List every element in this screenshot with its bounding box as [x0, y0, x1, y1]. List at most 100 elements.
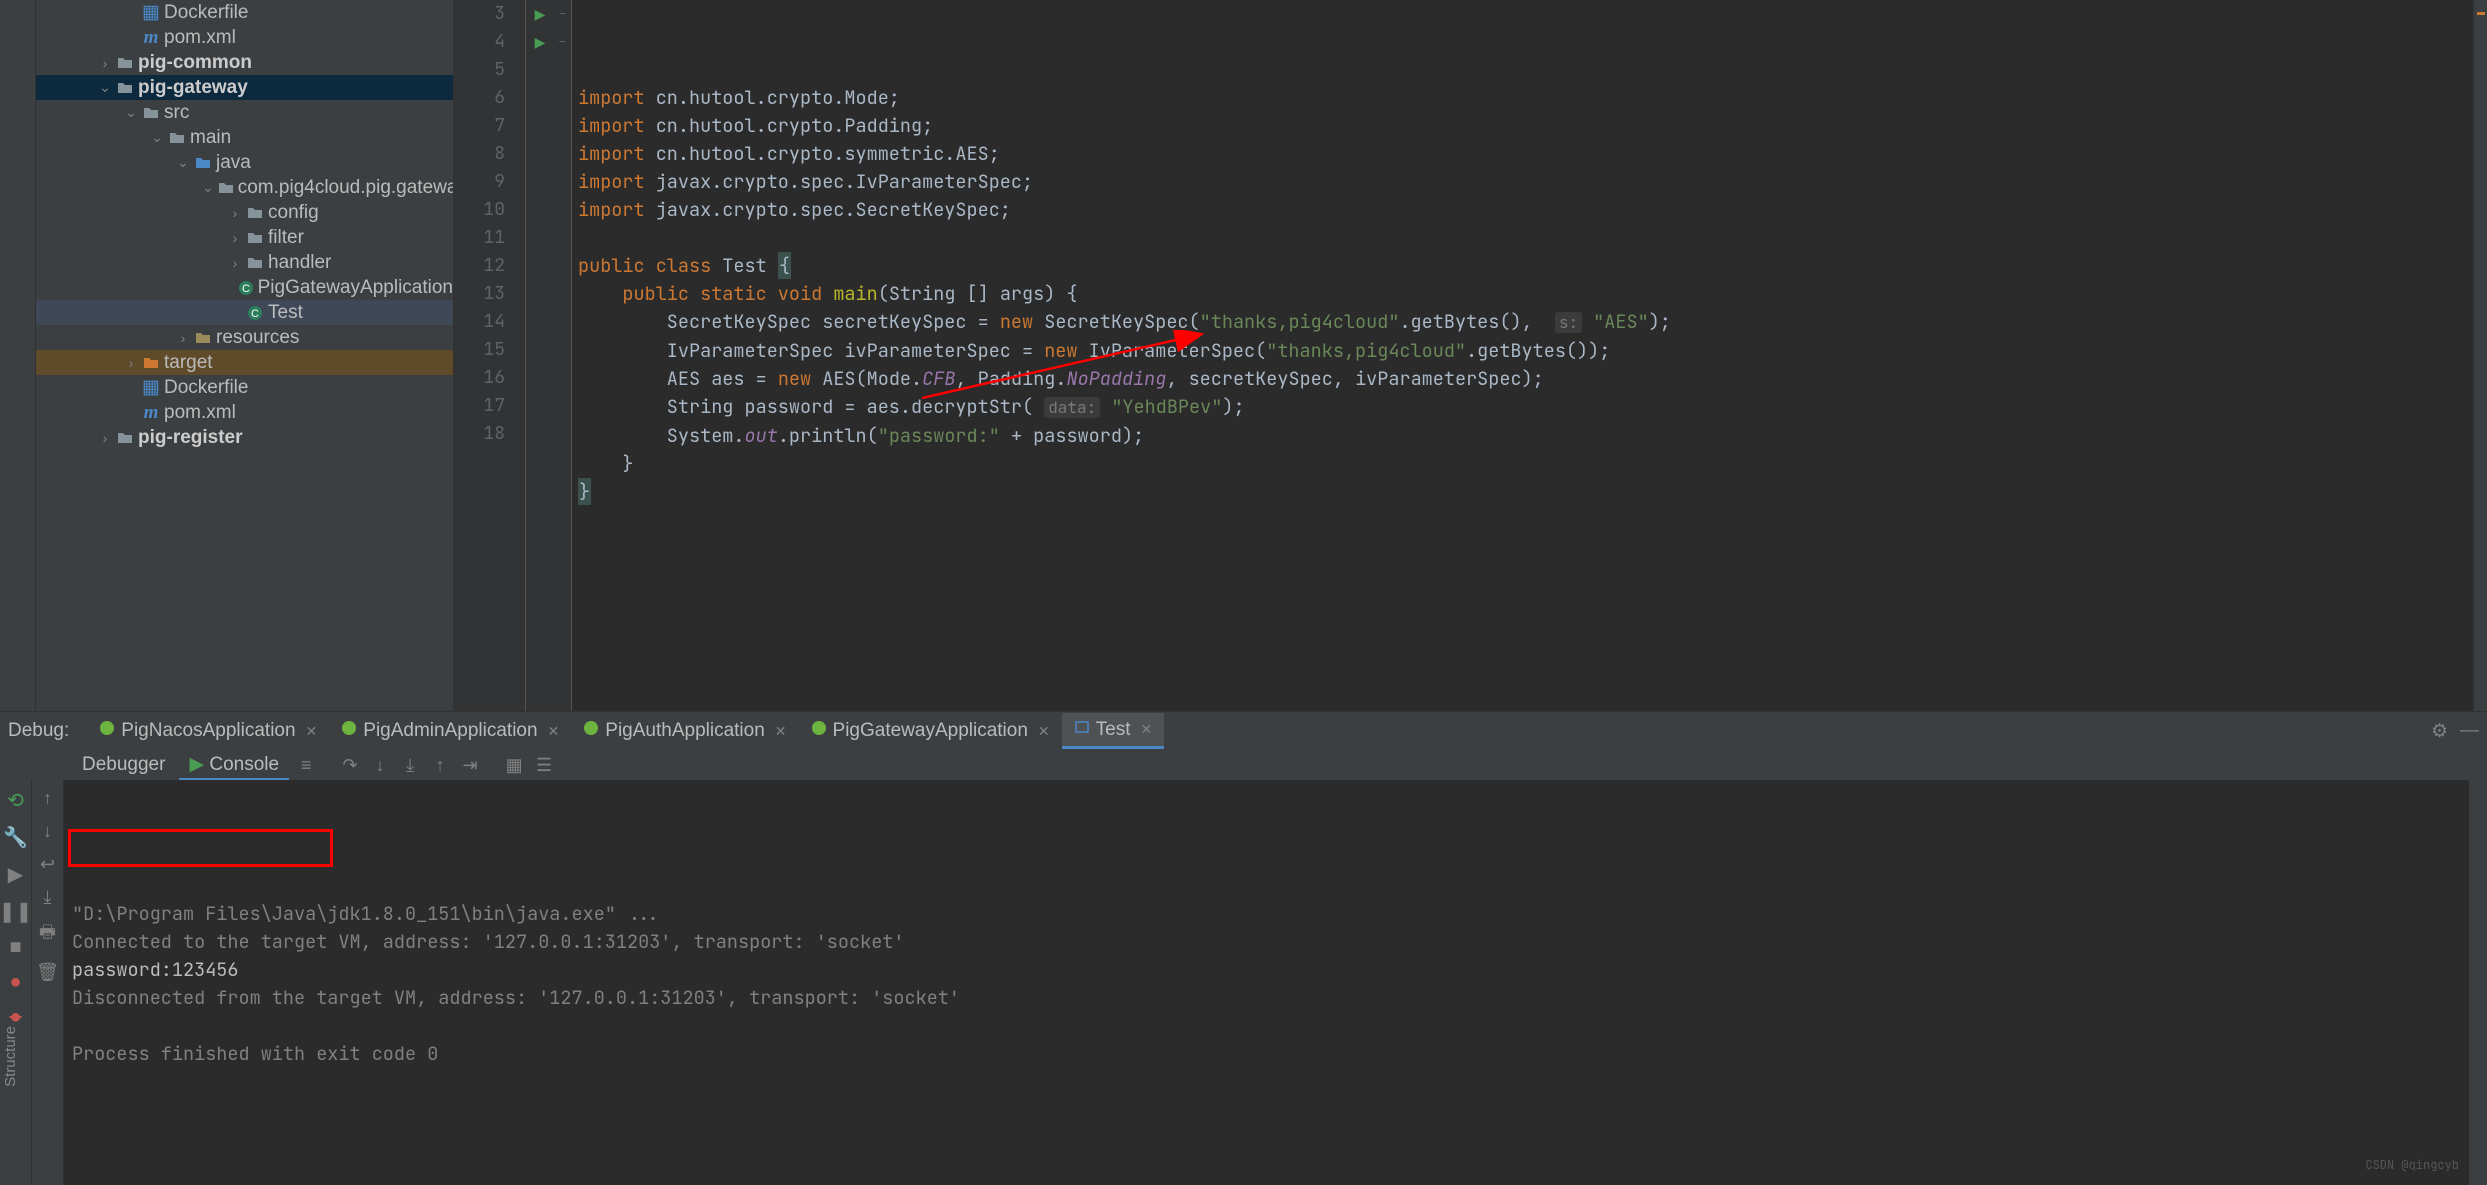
minimize-icon[interactable]: — [2460, 720, 2479, 743]
tree-item-src[interactable]: ⌄ src [36, 100, 453, 125]
chevron-icon[interactable]: ⌄ [150, 129, 164, 146]
tree-item-resources[interactable]: ›resources [36, 325, 453, 350]
close-icon[interactable]: ✕ [1038, 723, 1050, 740]
debug-tab-pigadminapplication[interactable]: PigAdminApplication✕ [329, 713, 571, 749]
tree-item-piggatewayapplication[interactable]: CPigGatewayApplication [36, 275, 453, 300]
code-line[interactable]: import javax.crypto.spec.IvParameterSpec… [578, 168, 2473, 196]
project-tree[interactable]: ▦Dockerfilempom.xml›pig-common⌄pig-gatew… [36, 0, 454, 711]
close-icon[interactable]: ✕ [1141, 721, 1153, 738]
maven-icon: m [142, 29, 160, 47]
scroll-down-icon[interactable]: ↓ [43, 821, 52, 842]
chevron-icon[interactable]: ⌄ [98, 79, 112, 96]
step-over-icon[interactable]: ↷ [337, 755, 363, 776]
code-line[interactable]: } [578, 478, 2473, 506]
close-icon[interactable]: ✕ [548, 723, 560, 740]
chevron-icon[interactable]: › [98, 55, 112, 71]
structure-toolwindow-button[interactable]: Structure [0, 1018, 21, 1095]
tree-item-java[interactable]: ⌄java [36, 150, 453, 175]
trace-icon[interactable]: ☰ [531, 755, 557, 776]
console-tab[interactable]: ▶ Console [179, 751, 289, 780]
run-gutter-icon[interactable]: ▶ [535, 6, 546, 22]
tree-item-dockerfile[interactable]: ▦Dockerfile [36, 0, 453, 25]
close-icon[interactable]: ✕ [775, 723, 787, 740]
step-out-icon[interactable]: ↑ [427, 755, 453, 776]
code-line[interactable]: import cn.hutool.crypto.Mode; [578, 84, 2473, 112]
tree-item-handler[interactable]: ›handler [36, 250, 453, 275]
chevron-icon[interactable]: › [228, 205, 242, 221]
code-line[interactable]: public static void main(String [] args) … [578, 280, 2473, 308]
scroll-to-end-icon[interactable]: ⤓ [44, 887, 52, 908]
debug-tab-label: PigAuthApplication [605, 720, 765, 742]
tree-item-main[interactable]: ⌄main [36, 125, 453, 150]
tree-item-pig-register[interactable]: ›pig-register [36, 425, 453, 450]
debug-tab-test[interactable]: Test✕ [1062, 713, 1165, 749]
tree-item-com-pig4cloud-pig-gateway[interactable]: ⌄com.pig4cloud.pig.gateway [36, 175, 453, 200]
code-line[interactable]: import cn.hutool.crypto.Padding; [578, 112, 2473, 140]
view-breakpoints-icon[interactable]: ● [9, 971, 21, 994]
clear-icon[interactable]: 🗑 [36, 962, 59, 983]
soft-wrap-icon[interactable]: ↩ [40, 854, 55, 875]
code-line[interactable]: System.out.println("password:" + passwor… [578, 422, 2473, 450]
debug-tab-pignacosapplication[interactable]: PigNacosApplication✕ [87, 713, 329, 749]
force-step-into-icon[interactable]: ⤓ [397, 755, 423, 776]
tree-item-pom-xml[interactable]: mpom.xml [36, 400, 453, 425]
error-stripe[interactable] [2473, 0, 2487, 711]
chevron-icon[interactable]: › [176, 330, 190, 346]
console-output[interactable]: CSDN @qingcyb "D:\Program Files\Java\jdk… [64, 780, 2469, 1185]
code-line[interactable]: IvParameterSpec ivParameterSpec = new Iv… [578, 337, 2473, 365]
run-gutter-icon[interactable]: ▶ [535, 34, 546, 50]
layout-icon[interactable] [2469, 780, 2487, 1185]
stop-icon[interactable]: ■ [9, 936, 21, 959]
pause-icon[interactable]: ❚❚ [0, 899, 32, 924]
debug-tab-piggatewayapplication[interactable]: PigGatewayApplication ✕ [799, 713, 1062, 749]
warning-mark[interactable] [2477, 12, 2485, 15]
settings-icon[interactable]: ⚙ [2431, 720, 2448, 743]
tree-item-pom-xml[interactable]: mpom.xml [36, 25, 453, 50]
scroll-up-icon[interactable]: ↑ [43, 788, 52, 809]
code-line[interactable]: import cn.hutool.crypto.symmetric.AES; [578, 140, 2473, 168]
rerun-icon[interactable]: ⟲ [7, 788, 24, 813]
tree-item-pig-gateway[interactable]: ⌄ pig-gateway [36, 75, 453, 100]
console-line: Process finished with exit code 0 [72, 1040, 2461, 1068]
code-line[interactable]: AES aes = new AES(Mode.CFB, Padding.NoPa… [578, 365, 2473, 393]
chevron-icon[interactable]: › [228, 255, 242, 271]
code-line[interactable]: String password = aes.decryptStr( data: … [578, 393, 2473, 422]
tree-item-pig-common[interactable]: ›pig-common [36, 50, 453, 75]
resume-icon[interactable]: ▶ [8, 862, 23, 887]
chevron-icon[interactable]: ⌄ [124, 104, 138, 121]
code-line[interactable]: } [578, 450, 2473, 478]
code-editor[interactable]: 3456789101112131415161718 ▶▶ −− import c… [454, 0, 2487, 711]
evaluate-icon[interactable]: ▦ [501, 755, 527, 776]
drop-frame-icon[interactable]: ⇥ [457, 755, 483, 776]
tree-item-config[interactable]: ›config [36, 200, 453, 225]
tree-item-dockerfile[interactable]: ▦Dockerfile [36, 375, 453, 400]
code-line[interactable]: public class Test { [578, 252, 2473, 280]
debug-tab-label: PigGatewayApplication [833, 720, 1028, 742]
chevron-icon[interactable]: › [228, 230, 242, 246]
fold-gutter[interactable]: −− [554, 0, 572, 711]
code-line[interactable]: SecretKeySpec secretKeySpec = new Secret… [578, 308, 2473, 337]
debug-tab-pigauthapplication[interactable]: PigAuthApplication ✕ [571, 713, 798, 749]
chevron-icon[interactable]: ⌄ [202, 179, 214, 196]
code-line[interactable]: import javax.crypto.spec.SecretKeySpec; [578, 196, 2473, 224]
threads-icon[interactable]: ≡ [293, 755, 319, 776]
tree-item-target[interactable]: ›target [36, 350, 453, 375]
tree-item-label: pig-gateway [138, 77, 248, 99]
tree-item-label: src [164, 102, 189, 124]
chevron-icon[interactable]: ⌄ [176, 154, 190, 171]
code-area[interactable]: import cn.hutool.crypto.Mode;import cn.h… [572, 0, 2473, 711]
chevron-icon[interactable]: › [98, 430, 112, 446]
modify-run-icon[interactable]: 🔧 [3, 825, 28, 850]
print-icon[interactable]: 🖶 [39, 920, 56, 950]
step-into-icon[interactable]: ↓ [367, 755, 393, 776]
code-line[interactable] [578, 506, 2473, 534]
run-icon-gutter[interactable]: ▶▶ [526, 0, 554, 711]
folder-icon [168, 129, 186, 147]
code-line[interactable] [578, 224, 2473, 252]
tree-item-filter[interactable]: ›filter [36, 225, 453, 250]
tree-item-test[interactable]: CTest [36, 300, 453, 325]
debugger-tab[interactable]: Debugger [72, 752, 175, 778]
console-toolbar: Debugger ▶ Console ≡ ↷ ↓ ⤓ ↑ ⇥ ▦ ☰ [0, 750, 2487, 780]
chevron-icon[interactable]: › [124, 355, 138, 371]
close-icon[interactable]: ✕ [306, 723, 318, 740]
